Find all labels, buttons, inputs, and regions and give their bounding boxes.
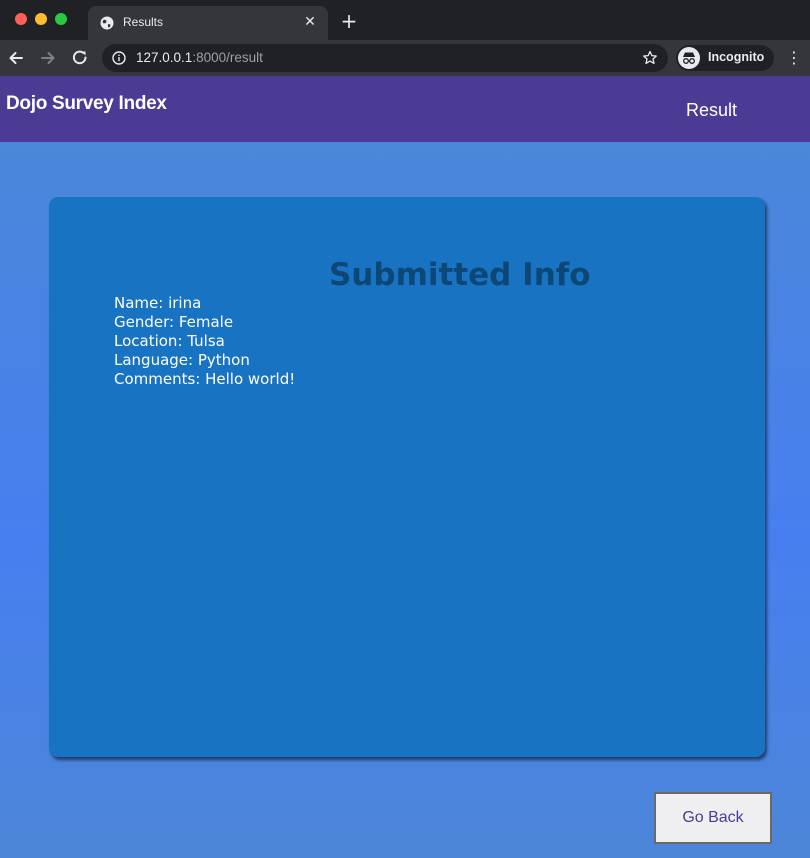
nav-link-result[interactable]: Result bbox=[686, 100, 737, 121]
globe-icon bbox=[100, 16, 114, 30]
bookmark-star-icon[interactable] bbox=[642, 50, 658, 66]
site-title: Dojo Survey Index bbox=[6, 93, 167, 114]
browser-tab-bar: Results ✕ + bbox=[0, 0, 810, 40]
submitted-info-list: Name: irina Gender: Female Location: Tul… bbox=[114, 294, 295, 389]
site-header: Dojo Survey Index Result bbox=[0, 76, 810, 142]
info-location: Location: Tulsa bbox=[114, 332, 225, 350]
incognito-profile-button[interactable]: Incognito bbox=[676, 45, 774, 71]
site-info-icon[interactable] bbox=[112, 51, 126, 65]
new-tab-icon[interactable]: + bbox=[338, 10, 360, 32]
forward-arrow-icon[interactable] bbox=[38, 48, 58, 68]
card-title: Submitted Info bbox=[329, 257, 591, 293]
submitted-info-card: Submitted Info Name: irina Gender: Femal… bbox=[49, 197, 765, 757]
url-text[interactable]: 127.0.0.1:8000/result bbox=[136, 50, 263, 65]
browser-tab-results[interactable]: Results ✕ bbox=[88, 6, 328, 40]
close-window-button[interactable] bbox=[15, 13, 27, 25]
info-gender: Gender: Female bbox=[114, 313, 234, 331]
browser-toolbar: 127.0.0.1:8000/result Incognito ⋮ bbox=[0, 40, 810, 76]
url-path: :8000/result bbox=[192, 50, 263, 65]
incognito-icon bbox=[678, 47, 700, 69]
kebab-menu-icon[interactable]: ⋮ bbox=[784, 48, 804, 68]
info-comments: Comments: Hello world! bbox=[114, 370, 296, 388]
incognito-label: Incognito bbox=[708, 50, 765, 64]
minimize-window-button[interactable] bbox=[35, 13, 47, 25]
url-host: 127.0.0.1 bbox=[136, 50, 193, 65]
reload-icon[interactable] bbox=[70, 48, 90, 68]
info-name: Name: irina bbox=[114, 294, 202, 312]
maximize-window-button[interactable] bbox=[55, 13, 67, 25]
back-arrow-icon[interactable] bbox=[6, 48, 26, 68]
info-language: Language: Python bbox=[114, 351, 250, 369]
page-body: Dojo Survey Index Result Submitted Info … bbox=[0, 76, 810, 858]
go-back-button[interactable]: Go Back bbox=[654, 792, 772, 844]
tab-title: Results bbox=[123, 15, 164, 29]
close-tab-icon[interactable]: ✕ bbox=[300, 12, 320, 32]
address-bar[interactable]: 127.0.0.1:8000/result bbox=[102, 44, 668, 72]
